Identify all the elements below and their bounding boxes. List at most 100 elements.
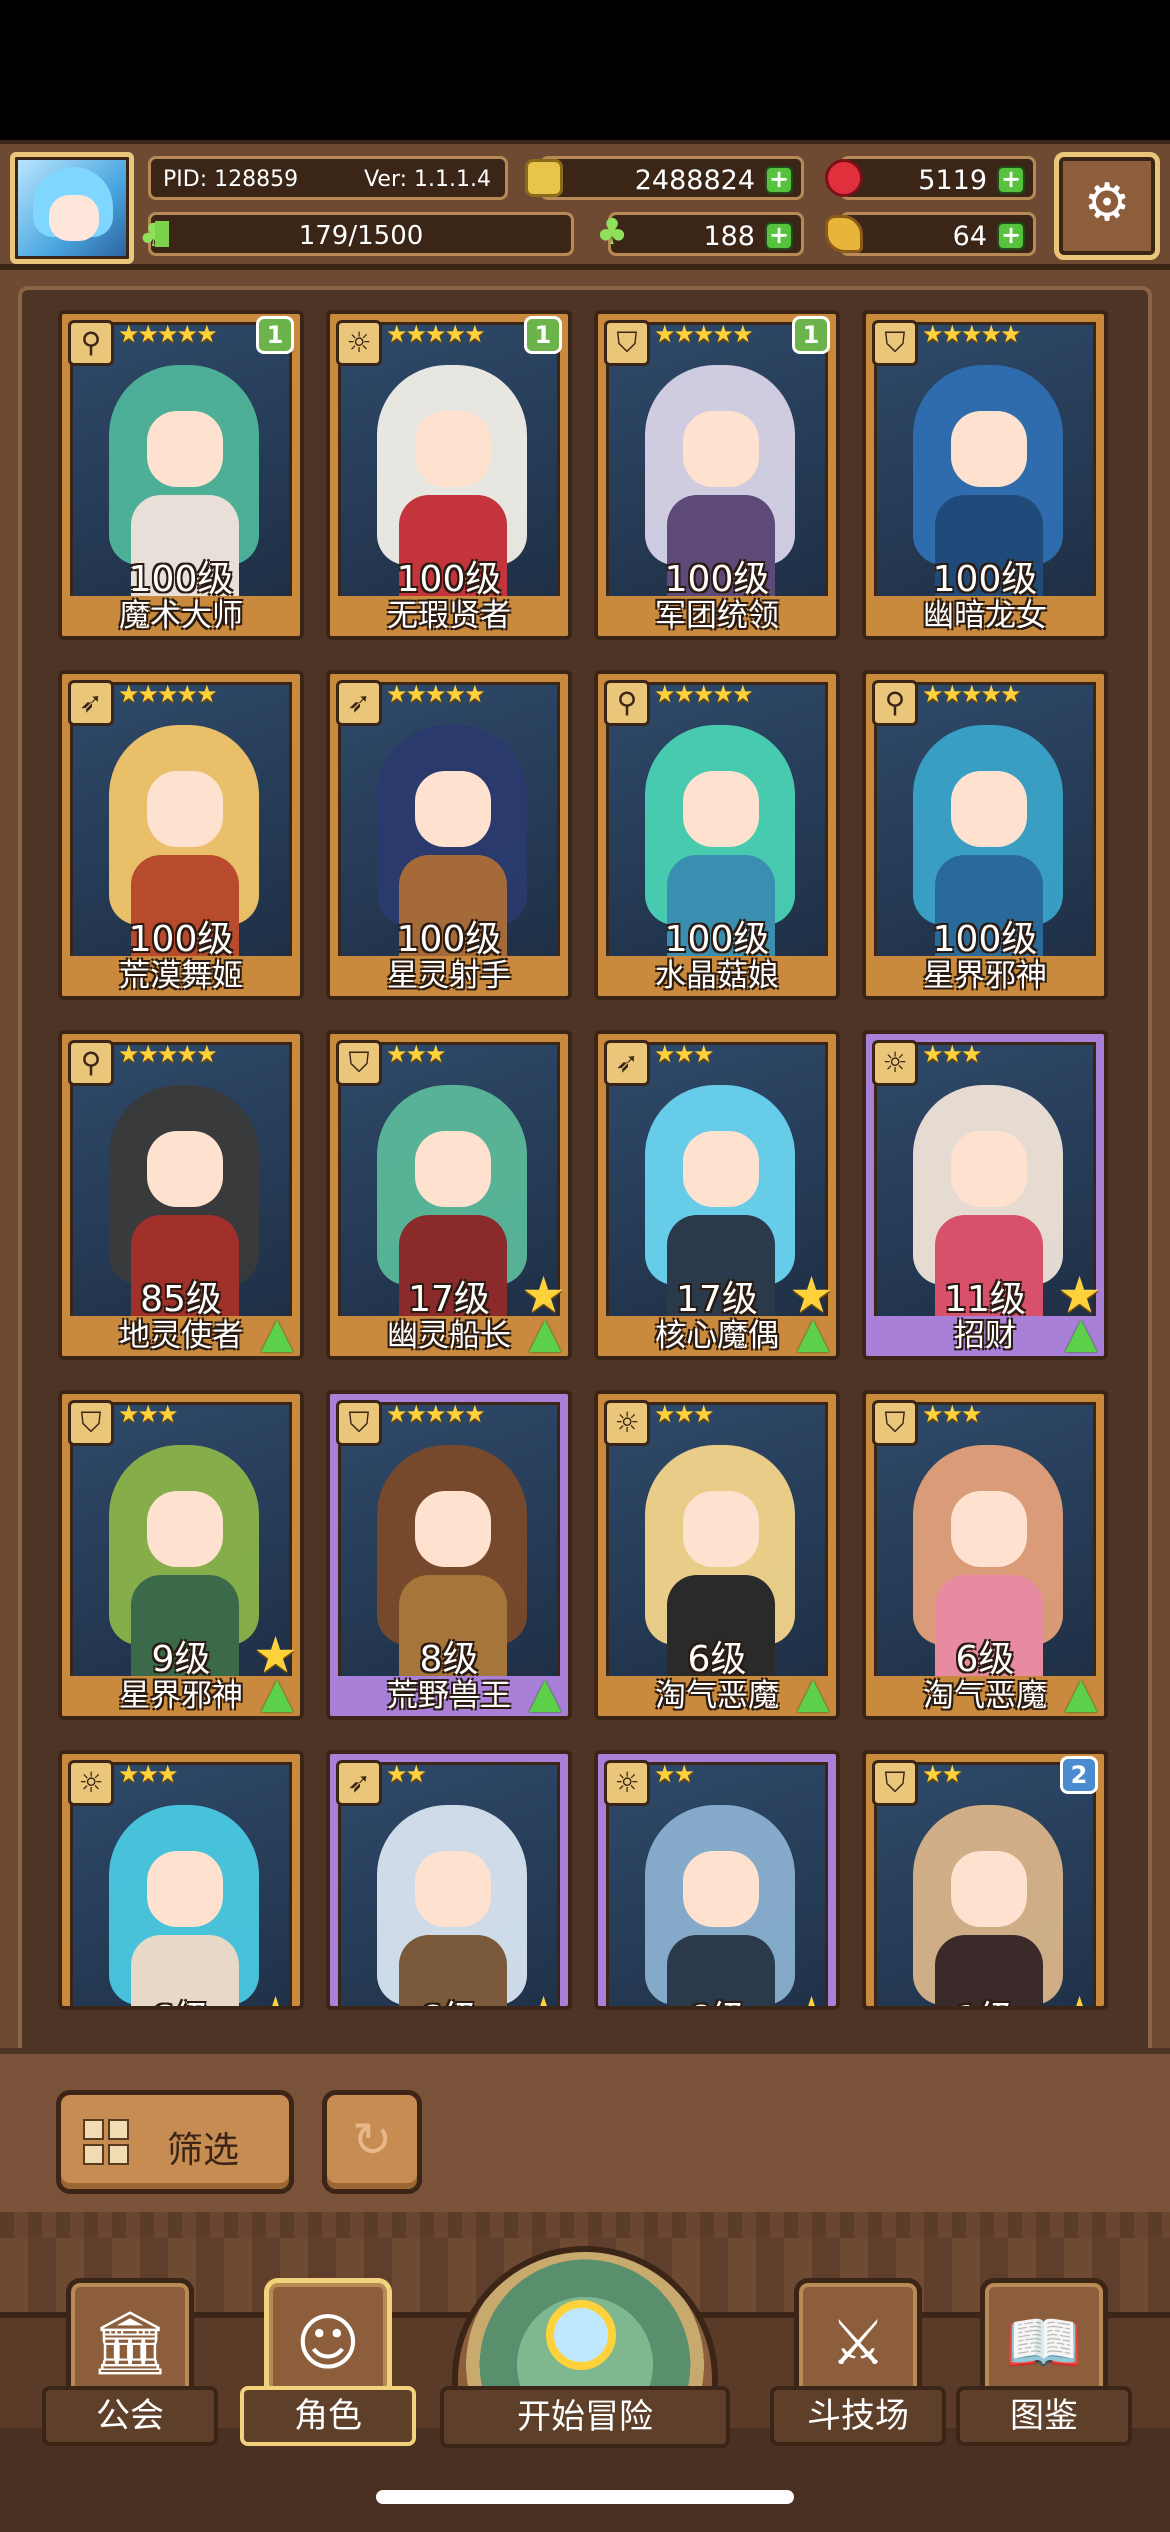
level-up-arrow-icon: ▲	[260, 1668, 294, 1717]
star-rating: ★★★★★	[118, 680, 218, 708]
character-card[interactable]: ⚲ ★★★★★ 1 100级 魔术大师	[58, 310, 304, 640]
level-up-arrow-icon: ▲	[528, 1668, 562, 1717]
character-card[interactable]: ☼ ★★★ 6级 淘气恶魔 ▲	[594, 1390, 840, 1720]
character-card[interactable]: ➶ ★★★ 17级 ★ 核心魔偶 ▲	[594, 1030, 840, 1360]
star-rating: ★★★★★	[118, 1040, 218, 1068]
sun-icon: ☼	[68, 1760, 114, 1806]
add-gem-button[interactable]: +	[997, 166, 1025, 194]
nav-codex-label: 图鉴	[956, 2386, 1132, 2446]
level-up-arrow-icon: ▲	[1064, 1308, 1098, 1357]
character-card[interactable]: ☼★★★6级★	[58, 1750, 304, 2010]
nav-arena[interactable]: ⚔ 斗技场	[770, 2268, 946, 2458]
character-level: 100级	[664, 919, 770, 960]
start-adventure-button[interactable]: 开始冒险	[440, 2238, 730, 2478]
character-name: 水晶菇娘	[598, 956, 836, 996]
wand-icon: ⚲	[604, 680, 650, 726]
character-card[interactable]: ⛉ ★★★ 17级 ★ 幽灵船长 ▲	[326, 1030, 572, 1360]
home-indicator[interactable]	[376, 2490, 794, 2504]
food-counter: 64 +	[825, 212, 1036, 256]
player-info: PID: 128859 Ver: 1.1.1.4	[148, 156, 508, 200]
food-value: 64	[952, 221, 987, 252]
sun-icon: ☼	[872, 1040, 918, 1086]
filter-label: 筛选	[167, 2130, 240, 2171]
bow-icon: ➶	[604, 1040, 650, 1086]
book-icon: 📖	[1005, 2306, 1083, 2379]
character-name: 幽暗龙女	[866, 596, 1104, 636]
top-status-bar: PID: 128859 Ver: 1.1.1.4 ♣ 179/1500 2488…	[0, 140, 1170, 270]
character-level: 100级	[664, 559, 770, 600]
character-card[interactable]: ⛉ ★★★ 9级 ★ 星界邪神 ▲	[58, 1390, 304, 1720]
character-card[interactable]: ➶★★6级★	[326, 1750, 572, 2010]
character-level: 100级	[396, 919, 502, 960]
player-avatar[interactable]	[10, 152, 134, 264]
character-card[interactable]: ⛉ ★★★★★ 1 100级 军团统领	[594, 310, 840, 640]
wand-icon: ⚲	[68, 1040, 114, 1086]
level-up-arrow-icon: ▲	[260, 1308, 294, 1357]
clover-counter: ♣ 188 +	[596, 212, 804, 256]
nav-guild[interactable]: 🏛 公会	[42, 2268, 218, 2458]
bottom-navigation: 🏛 公会 ☺ 角色 开始冒险 ⚔ 斗技场 📖 图鉴	[0, 2238, 1170, 2532]
experience-bar: ♣ 179/1500	[139, 212, 574, 256]
character-level: 100级	[932, 919, 1038, 960]
character-level: 100级	[932, 559, 1038, 600]
wand-icon: ⚲	[68, 320, 114, 366]
add-gold-button[interactable]: +	[765, 166, 793, 194]
character-card[interactable]: ⛉ ★★★★★ 8级 荒野兽王 ▲	[326, 1390, 572, 1720]
nav-arena-label: 斗技场	[770, 2386, 946, 2446]
character-name: 荒漠舞姬	[62, 956, 300, 996]
sun-icon: ☼	[604, 1760, 650, 1806]
level-up-arrow-icon: ▲	[1064, 1668, 1098, 1717]
character-card[interactable]: ⛉★★21级★	[862, 1750, 1108, 2010]
bow-icon: ➶	[68, 680, 114, 726]
star-rating: ★★★★★	[922, 320, 1022, 348]
shield-icon: ⛉	[336, 1040, 382, 1086]
star-rating: ★★	[922, 1760, 963, 1788]
nav-codex[interactable]: 📖 图鉴	[956, 2268, 1132, 2458]
crossed-swords-icon: ⚔	[830, 2306, 886, 2379]
rank-badge: 2	[1060, 1756, 1098, 1794]
gold-counter: 2488824 +	[525, 156, 804, 200]
character-card[interactable]: ⚲ ★★★★★ 100级 星界邪神	[862, 670, 1108, 1000]
bow-icon: ➶	[336, 1760, 382, 1806]
character-card[interactable]: ➶ ★★★★★ 100级 荒漠舞姬	[58, 670, 304, 1000]
shield-icon: ⛉	[872, 320, 918, 366]
clover-icon: ♣	[595, 212, 629, 253]
character-name: 军团统领	[598, 596, 836, 636]
nav-characters-label: 角色	[240, 2386, 416, 2446]
filter-button[interactable]: 筛选	[56, 2090, 294, 2194]
red-gem-icon	[825, 159, 863, 197]
character-card[interactable]: ☼ ★★★★★ 1 100级 无瑕贤者	[326, 310, 572, 640]
add-food-button[interactable]: +	[997, 222, 1025, 250]
shield-icon: ⛉	[604, 320, 650, 366]
sun-icon: ☼	[604, 1400, 650, 1446]
gem-counter: 5119 +	[825, 156, 1036, 200]
refresh-button[interactable]: ↻	[322, 2090, 422, 2194]
rank-badge: 1	[524, 316, 562, 354]
level-up-arrow-icon: ▲	[796, 1668, 830, 1717]
add-clover-button[interactable]: +	[765, 222, 793, 250]
start-adventure-label: 开始冒险	[440, 2386, 730, 2448]
nav-characters[interactable]: ☺ 角色	[240, 2268, 416, 2458]
star-rating: ★★★	[654, 1400, 715, 1428]
character-card[interactable]: ⚲ ★★★★★ 100级 水晶菇娘	[594, 670, 840, 1000]
filter-grid-icon	[83, 2119, 129, 2165]
experience-value: 179/1500	[298, 221, 424, 251]
character-name: 星灵射手	[330, 956, 568, 996]
rank-badge: 1	[792, 316, 830, 354]
character-card[interactable]: ➶ ★★★★★ 100级 星灵射手	[326, 670, 572, 1000]
refresh-icon: ↻	[351, 2112, 393, 2168]
settings-button[interactable]: ⚙	[1054, 152, 1160, 260]
character-card[interactable]: ☼★★6级★	[594, 1750, 840, 2010]
character-card[interactable]: ⛉ ★★★ 6级 淘气恶魔 ▲	[862, 1390, 1108, 1720]
guild-hall-icon: 🏛	[90, 2306, 170, 2379]
bow-icon: ➶	[336, 680, 382, 726]
star-rating: ★★	[386, 1760, 427, 1788]
character-card[interactable]: ⚲ ★★★★★ 85级 地灵使者 ▲	[58, 1030, 304, 1360]
star-rating: ★★★	[922, 1040, 983, 1068]
character-card[interactable]: ☼ ★★★ 11级 ★ 招财 ▲	[862, 1030, 1108, 1360]
player-id: PID: 128859	[163, 167, 299, 192]
character-card[interactable]: ⛉ ★★★★★ 100级 幽暗龙女	[862, 310, 1108, 640]
star-rating: ★★★	[386, 1040, 447, 1068]
magnifier-icon	[546, 2300, 616, 2370]
star-rating: ★★★★★	[386, 680, 486, 708]
